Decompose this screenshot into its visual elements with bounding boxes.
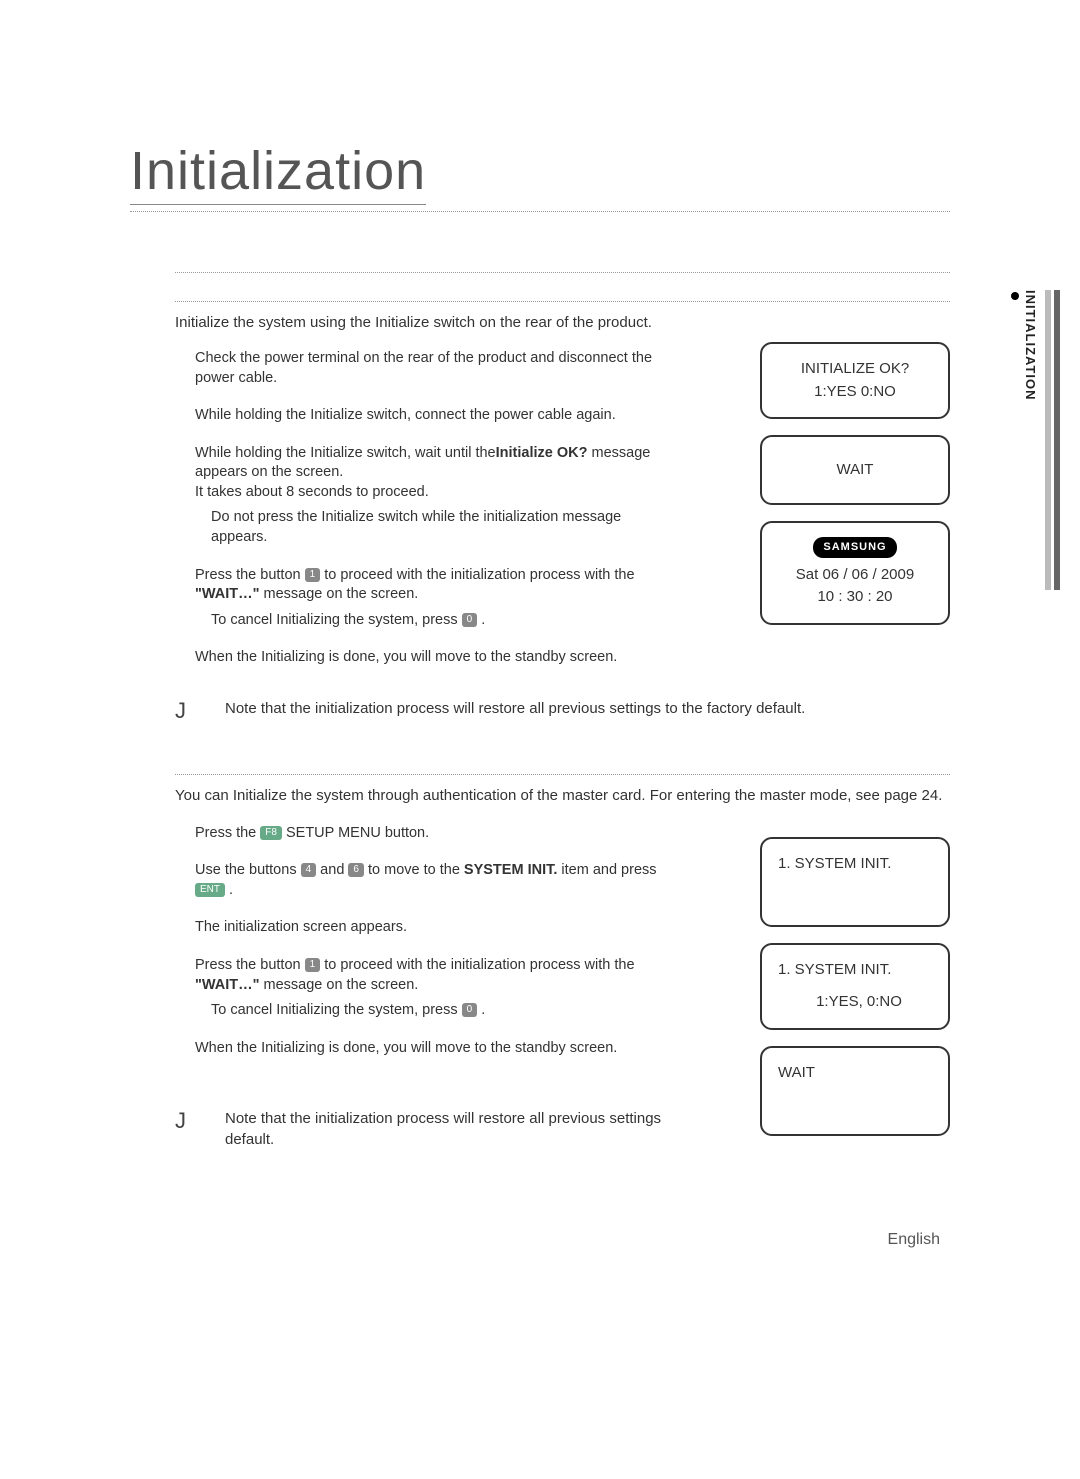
key-1-icon: 1: [305, 568, 321, 582]
text-bold: SYSTEM INIT.: [464, 862, 557, 878]
note-row: J Note that the initialization process w…: [175, 698, 950, 724]
text: Press the button: [195, 957, 305, 973]
key-4-icon: 4: [301, 863, 317, 877]
note-mark-icon: J: [175, 698, 195, 724]
samsung-logo: SAMSUNG: [813, 537, 896, 558]
note-text: Note that the initialization process wil…: [225, 698, 805, 719]
screen-date: Sat 06 / 06 / 2009: [770, 564, 940, 587]
section2-screens: 1. SYSTEM INIT. 1. SYSTEM INIT. 1:YES, 0…: [760, 837, 950, 1136]
screen-line: 1. SYSTEM INIT.: [778, 853, 940, 876]
text: To cancel Initializing the system, press: [211, 1002, 458, 1018]
step: The initialization screen appears.: [195, 918, 665, 938]
footer-language: English: [888, 1231, 940, 1249]
text: While holding the Initialize switch, wai…: [195, 445, 496, 461]
text: to proceed with the initialization proce…: [320, 567, 634, 583]
screen-line: WAIT: [778, 1062, 940, 1085]
step: While holding the Initialize switch, con…: [195, 406, 665, 426]
text: .: [477, 612, 485, 628]
screen-system-init-confirm: 1. SYSTEM INIT. 1:YES, 0:NO: [760, 943, 950, 1030]
section2-steps: Press the F8 SETUP MENU button. Use the …: [195, 824, 665, 1059]
screen-wait: WAIT: [760, 435, 950, 505]
key-6-icon: 6: [348, 863, 364, 877]
text-bold: Initialize OK?: [496, 445, 588, 461]
text: message on the screen.: [260, 977, 419, 993]
step: Check the power terminal on the rear of …: [195, 349, 665, 388]
step: Press the button 1 to proceed with the i…: [195, 566, 665, 631]
substep: To cancel Initializing the system, press…: [211, 1001, 665, 1021]
text: SETUP MENU button.: [282, 825, 429, 841]
text: message on the screen.: [260, 586, 419, 602]
section-initialize-switch: Initialize the system using the Initiali…: [175, 272, 950, 724]
section1-screens: INITIALIZE OK? 1:YES 0:NO WAIT SAMSUNG S…: [760, 342, 950, 625]
divider: [175, 272, 950, 273]
text: to proceed with the initialization proce…: [320, 957, 634, 973]
screen-line: INITIALIZE OK?: [770, 358, 940, 381]
screen-line: 1:YES, 0:NO: [778, 991, 940, 1014]
key-ent-icon: ENT: [195, 883, 225, 897]
page-title: Initialization: [130, 140, 426, 205]
screen-wait: WAIT: [760, 1046, 950, 1136]
step: When the Initializing is done, you will …: [195, 648, 665, 668]
screen-time: 10 : 30 : 20: [770, 586, 940, 609]
text: Use the buttons: [195, 862, 301, 878]
screen-line: 1:YES 0:NO: [770, 381, 940, 404]
text-bold: "WAIT…": [195, 977, 260, 993]
key-1-icon: 1: [305, 958, 321, 972]
text: To cancel Initializing the system, press: [211, 612, 458, 628]
text: .: [477, 1002, 485, 1018]
substep: Do not press the Initialize switch while…: [211, 508, 665, 547]
substep: To cancel Initializing the system, press…: [211, 611, 665, 631]
text: to move to the: [364, 862, 464, 878]
key-f8-icon: F8: [260, 826, 282, 840]
section-master-mode: You can Initialize the system through au…: [175, 774, 950, 1151]
text: item and press: [557, 862, 656, 878]
text: Press the button: [195, 567, 305, 583]
text-bold: "WAIT…": [195, 586, 260, 602]
screen-initialize-ok: INITIALIZE OK? 1:YES 0:NO: [760, 342, 950, 419]
step: Press the button 1 to proceed with the i…: [195, 956, 665, 1021]
divider: [175, 301, 950, 302]
step: Use the buttons 4 and 6 to move to the S…: [195, 861, 665, 900]
step: When the Initializing is done, you will …: [195, 1039, 665, 1059]
title-wrap: Initialization: [130, 140, 950, 212]
section1-steps: Check the power terminal on the rear of …: [195, 349, 665, 668]
section2-intro: You can Initialize the system through au…: [175, 787, 950, 804]
step: Press the F8 SETUP MENU button.: [195, 824, 665, 844]
divider: [175, 774, 950, 775]
key-0-icon: 0: [462, 1003, 478, 1017]
screen-system-init: 1. SYSTEM INIT.: [760, 837, 950, 927]
screen-line: 1. SYSTEM INIT.: [778, 959, 940, 982]
note-text: Note that the initialization process wil…: [225, 1108, 685, 1150]
text: .: [225, 882, 233, 898]
screen-line: WAIT: [770, 459, 940, 482]
step: While holding the Initialize switch, wai…: [195, 444, 665, 548]
text: and: [316, 862, 348, 878]
text: Press the: [195, 825, 260, 841]
key-0-icon: 0: [462, 613, 478, 627]
note-mark-icon: J: [175, 1108, 195, 1134]
screen-standby: SAMSUNG Sat 06 / 06 / 2009 10 : 30 : 20: [760, 521, 950, 625]
text: It takes about 8 seconds to proceed.: [195, 484, 429, 500]
section1-intro: Initialize the system using the Initiali…: [175, 314, 950, 331]
